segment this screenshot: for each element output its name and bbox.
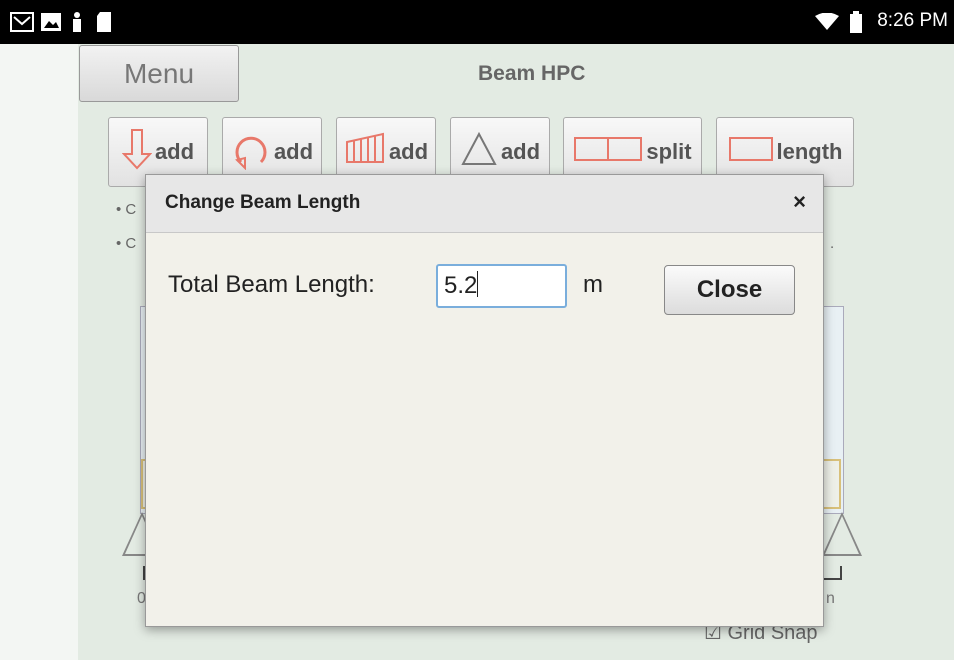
toolbar-label: split bbox=[646, 139, 692, 164]
change-beam-length-dialog: Change Beam Length × Total Beam Length: … bbox=[145, 174, 824, 627]
dimension-label-right: n bbox=[826, 590, 835, 607]
text-caret bbox=[477, 271, 479, 297]
beam-length-value: 5.2 bbox=[444, 272, 478, 299]
menu-button[interactable]: Menu bbox=[79, 45, 239, 102]
beam-length-label: Total Beam Length: bbox=[168, 271, 375, 298]
image-icon bbox=[40, 11, 62, 38]
toolbar-label: length bbox=[776, 139, 843, 164]
right-support-icon[interactable] bbox=[822, 512, 862, 556]
toolbar-label: add bbox=[388, 139, 429, 164]
distributed-load-icon bbox=[344, 128, 386, 176]
unit-label: m bbox=[583, 271, 603, 298]
instruction-bullet: • C bbox=[116, 235, 137, 252]
toolbar-label: add bbox=[273, 139, 314, 164]
point-load-icon bbox=[121, 128, 153, 176]
left-margin bbox=[0, 44, 78, 660]
sd-card-icon bbox=[96, 11, 112, 38]
figure-icon bbox=[70, 11, 84, 38]
clock: 8:26 PM bbox=[877, 10, 948, 31]
dimension-tick-right bbox=[824, 566, 842, 580]
gmail-icon bbox=[10, 11, 34, 38]
toolbar-label: add bbox=[500, 139, 541, 164]
close-icon[interactable]: × bbox=[793, 189, 806, 215]
app-title: Beam HPC bbox=[478, 62, 586, 85]
close-button[interactable]: Close bbox=[664, 265, 795, 315]
beam-length-icon bbox=[728, 134, 774, 170]
moment-icon bbox=[231, 128, 271, 176]
wifi-icon bbox=[815, 12, 839, 36]
battery-icon bbox=[850, 11, 862, 38]
instruction-bullet: • C bbox=[116, 201, 137, 218]
support-icon bbox=[460, 128, 498, 176]
instruction-tail: . bbox=[830, 235, 835, 252]
dialog-header: Change Beam Length × bbox=[146, 175, 823, 233]
toolbar-label: add bbox=[154, 139, 195, 164]
beam-length-input[interactable]: 5.2 bbox=[436, 264, 567, 308]
split-beam-icon bbox=[573, 134, 643, 170]
status-bar: 8:26 PM bbox=[0, 0, 954, 44]
dialog-title: Change Beam Length bbox=[165, 192, 361, 213]
